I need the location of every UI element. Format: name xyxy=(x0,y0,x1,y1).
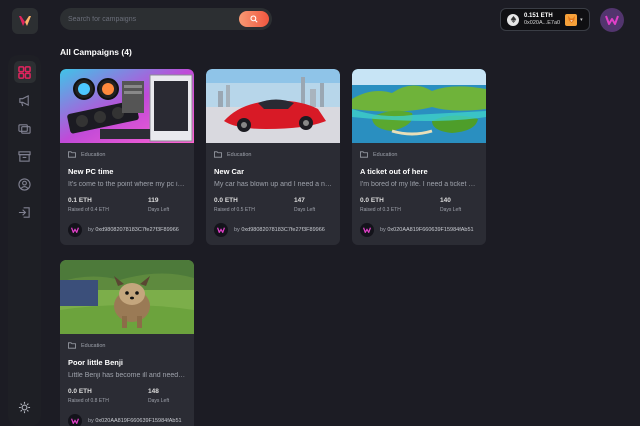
wallet-button[interactable]: 0.151 ETH 0x020A...E7a0 ▾ xyxy=(500,8,590,31)
owner-avatar xyxy=(214,223,228,237)
sidebar-item-payment[interactable] xyxy=(14,117,36,139)
withdraw-icon xyxy=(18,150,31,162)
campaign-image-dog xyxy=(60,260,194,334)
folder-icon xyxy=(214,151,222,158)
folder-icon xyxy=(68,151,76,158)
days-left: 147 xyxy=(294,197,305,204)
campaign-description: Little Benji has become ill and needs an… xyxy=(68,372,186,379)
campaign-owner: by 0x020AA819F660639F15984fAb51 xyxy=(360,223,478,245)
days-left-label: Days Left xyxy=(148,207,170,213)
campaign-image-car xyxy=(206,69,340,143)
profile-icon xyxy=(18,177,31,191)
campaign-card[interactable]: Education Poor little Benji Little Benji… xyxy=(60,260,194,426)
metamask-fox-icon xyxy=(565,13,578,26)
sidebar xyxy=(8,55,41,426)
amount-raised: 0.0 ETH xyxy=(214,197,238,204)
campaign-title: New PC time xyxy=(68,167,114,176)
sidebar-item-profile[interactable] xyxy=(14,173,36,195)
category-label: Education xyxy=(81,151,106,158)
dashboard-icon xyxy=(18,65,31,79)
campaign-owner: by 0x020AA819F660639F15984fAb51 xyxy=(68,414,186,426)
sidebar-item-logout[interactable] xyxy=(14,201,36,223)
campaign-owner: by 0xd98082078183C7fe27f3F89966 xyxy=(68,223,186,245)
campaign-description: I'm bored of my life. I need a ticket ou… xyxy=(360,181,478,188)
amount-raised: 0.1 ETH xyxy=(68,197,92,204)
campaign-title: Poor little Benji xyxy=(68,358,124,367)
campaign-category: Education xyxy=(68,151,186,158)
amount-raised: 0.0 ETH xyxy=(360,197,384,204)
campaign-owner: by 0xd98082078183C7fe27f3F89966 xyxy=(214,223,332,245)
campaign-category: Education xyxy=(214,151,332,158)
campaign-card[interactable]: Education A ticket out of here I'm bored… xyxy=(352,69,486,245)
theme-toggle-button[interactable] xyxy=(13,396,35,418)
amount-raised: 0.0 ETH xyxy=(68,388,92,395)
days-left: 140 xyxy=(440,197,451,204)
payment-icon xyxy=(18,123,31,134)
page-title: All Campaigns (4) xyxy=(60,47,132,57)
owner-address: 0xd98082078183C7fe27f3F89966 xyxy=(241,227,325,233)
owner-by: by xyxy=(234,227,240,233)
category-label: Education xyxy=(227,151,252,158)
sidebar-item-withdraw[interactable] xyxy=(14,145,36,167)
user-logo-icon xyxy=(605,15,619,25)
category-label: Education xyxy=(373,151,398,158)
wallet-balance: 0.151 ETH xyxy=(524,13,553,20)
campaign-image-pc xyxy=(60,69,194,143)
amount-raised-label: Raised of 0.4 ETH xyxy=(68,207,109,213)
search-input[interactable] xyxy=(68,15,239,23)
amount-raised-label: Raised of 0.3 ETH xyxy=(360,207,401,213)
folder-icon xyxy=(360,151,368,158)
search-button[interactable] xyxy=(239,11,269,27)
amount-raised-label: Raised of 0.5 ETH xyxy=(214,207,255,213)
campaign-category: Education xyxy=(360,151,478,158)
days-left: 119 xyxy=(148,197,159,204)
campaign-description: My car has blown up and I need a new one xyxy=(214,181,332,188)
days-left-label: Days Left xyxy=(148,398,170,404)
campaign-image-island xyxy=(352,69,486,143)
sun-icon xyxy=(18,401,30,413)
owner-address: 0x020AA819F660639F15984fAb51 xyxy=(95,418,182,424)
days-left-label: Days Left xyxy=(440,207,462,213)
owner-avatar xyxy=(68,223,82,237)
owner-address: 0xd98082078183C7fe27f3F89966 xyxy=(95,227,179,233)
owner-by: by xyxy=(88,418,94,424)
megaphone-icon xyxy=(19,94,29,106)
owner-avatar xyxy=(68,414,82,426)
search-icon xyxy=(250,15,258,23)
user-avatar[interactable] xyxy=(600,8,624,32)
crowdfund-logo-icon xyxy=(19,16,31,26)
campaign-category: Education xyxy=(68,342,186,349)
amount-raised-label: Raised of 0.8 ETH xyxy=(68,398,109,404)
chevron-down-icon: ▾ xyxy=(580,16,583,23)
app-logo[interactable] xyxy=(12,8,38,34)
days-left-label: Days Left xyxy=(294,207,316,213)
ethereum-icon xyxy=(507,13,519,26)
campaign-description: It's come to the point where my pc is to… xyxy=(68,181,186,188)
campaign-card[interactable]: Education New Car My car has blown up an… xyxy=(206,69,340,245)
search-bar xyxy=(60,8,272,30)
campaign-card[interactable]: Education New PC time It's come to the p… xyxy=(60,69,194,245)
owner-by: by xyxy=(380,227,386,233)
wallet-address: 0x020A...E7a0 xyxy=(524,19,561,26)
sidebar-item-campaign[interactable] xyxy=(14,89,36,111)
category-label: Education xyxy=(81,342,106,349)
folder-icon xyxy=(68,342,76,349)
campaign-title: New Car xyxy=(214,167,245,176)
owner-by: by xyxy=(88,227,94,233)
campaign-title: A ticket out of here xyxy=(360,167,428,176)
owner-avatar xyxy=(360,223,374,237)
logout-icon xyxy=(18,206,30,218)
owner-address: 0x020AA819F660639F15984fAb51 xyxy=(387,227,474,233)
sidebar-item-dashboard[interactable] xyxy=(13,61,36,83)
days-left: 148 xyxy=(148,388,159,395)
